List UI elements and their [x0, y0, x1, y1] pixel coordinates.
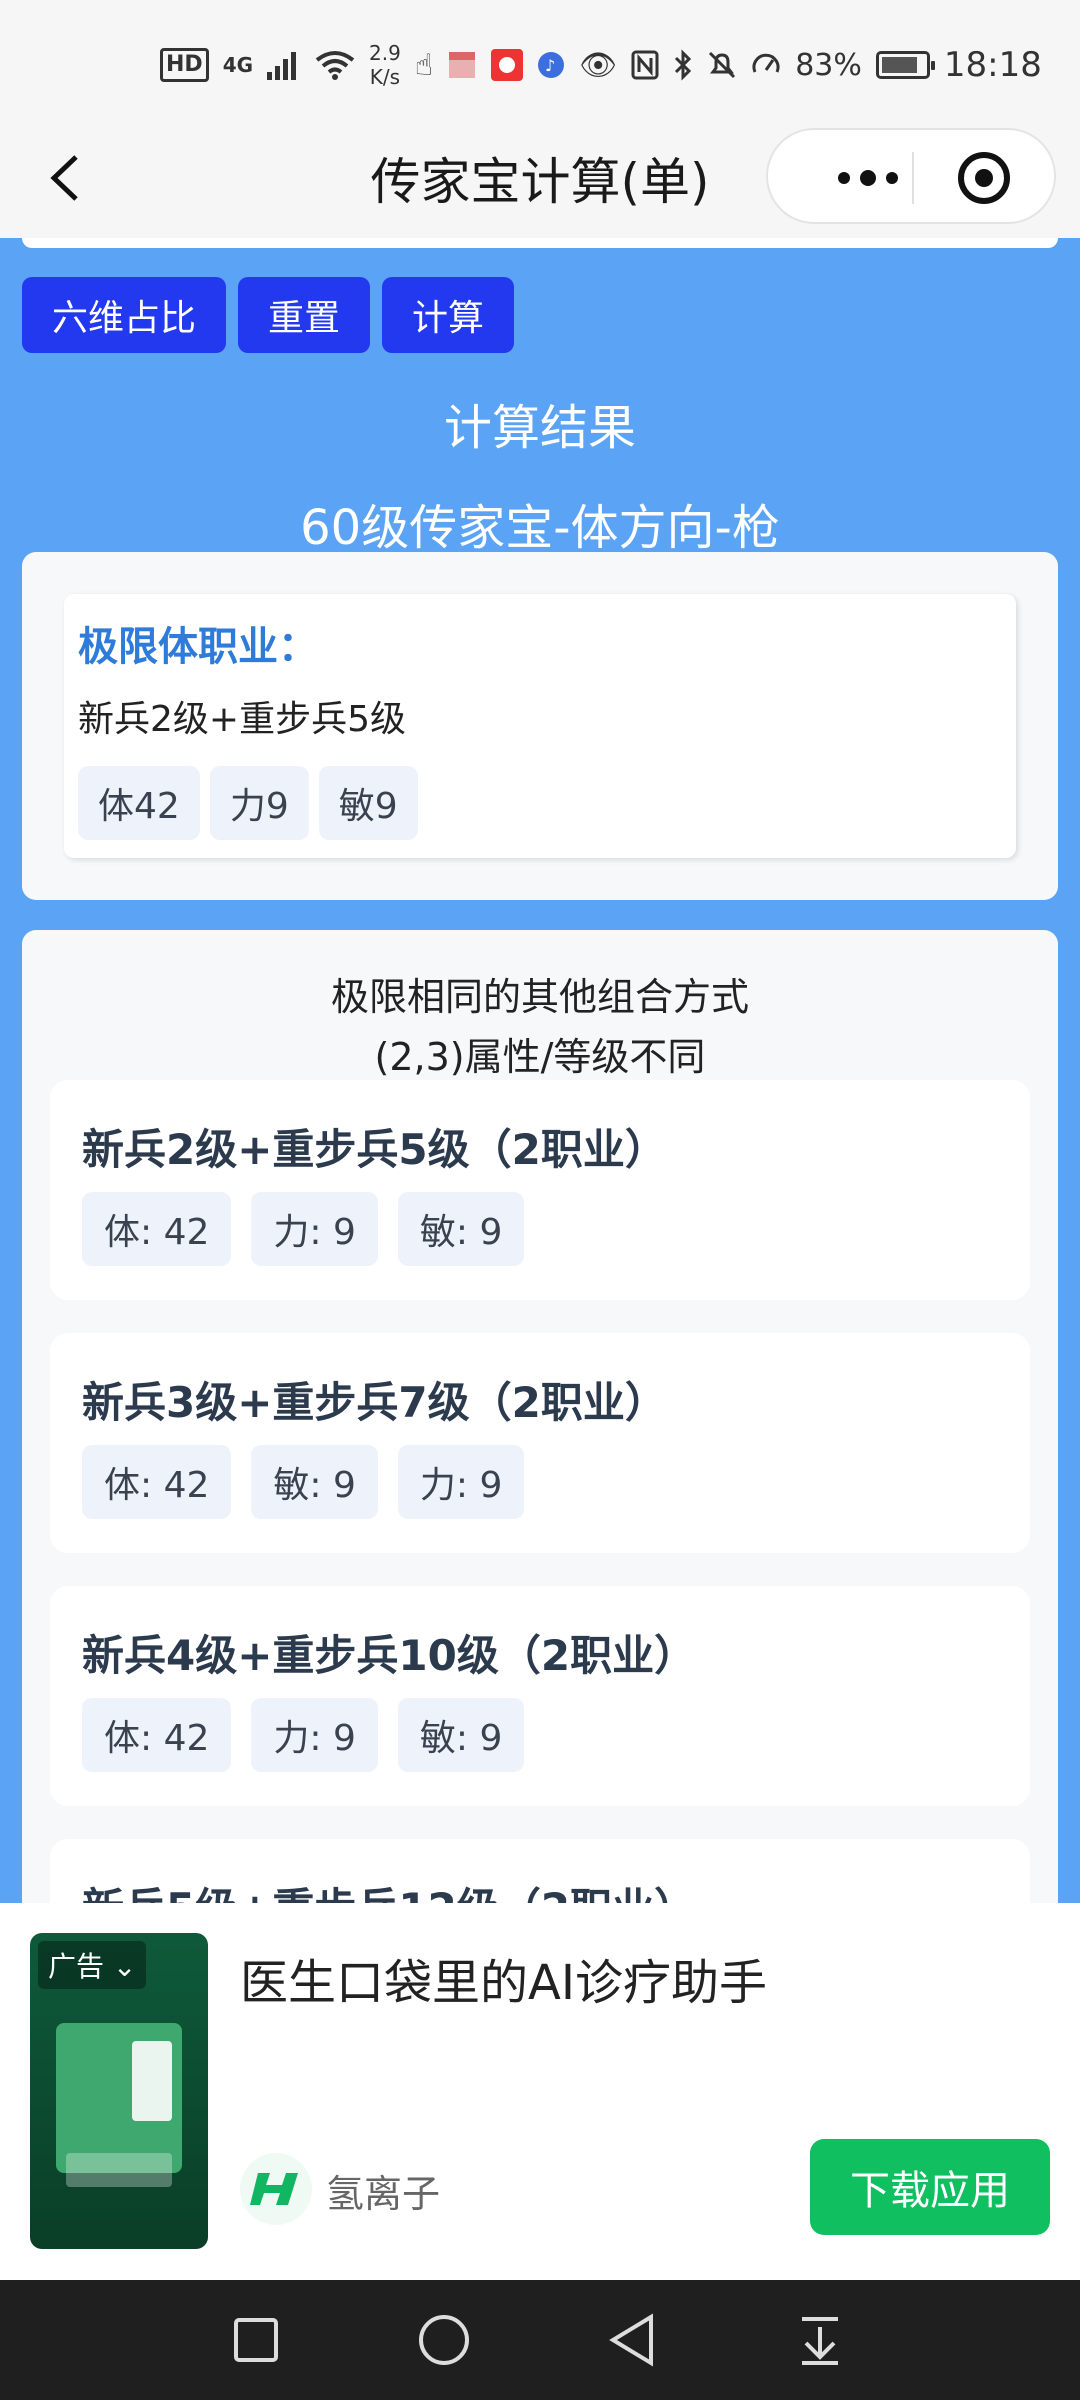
calculate-button[interactable]: 计算: [382, 277, 514, 353]
more-dot-icon: [838, 172, 850, 184]
signal-icon: [267, 50, 301, 80]
ad-thumbnail: 广告 ⌄: [30, 1933, 208, 2249]
close-mini-program-button[interactable]: [958, 152, 1010, 204]
combo-card: 新兵4级+重步兵10级（2职业） 体: 42 力: 9 敏: 9: [50, 1586, 1030, 1806]
phone-bar: [66, 2153, 172, 2187]
combo-card: 新兵2级+重步兵5级（2职业） 体: 42 力: 9 敏: 9: [50, 1080, 1030, 1300]
combo-stats: 体: 42 力: 9 敏: 9: [82, 1698, 525, 1772]
network-speed: 2.9 K/s: [369, 41, 401, 89]
stat-chip: 体: 42: [82, 1192, 232, 1266]
stat-chip: 力9: [209, 766, 309, 840]
nav-bar: 传家宝计算(单): [0, 120, 1080, 238]
ad-banner[interactable]: 广告 ⌄ 医生口袋里的AI诊疗助手 氢离子 下载应用: [0, 1903, 1080, 2280]
hd-icon: HD: [160, 48, 209, 82]
battery-percent: 83%: [795, 47, 862, 83]
more-dot-icon: [860, 170, 876, 186]
combo-name: 新兵4级+重步兵10级（2职业）: [82, 1631, 697, 1680]
stat-chip: 力: 9: [251, 1192, 378, 1266]
ad-brand: 氢离子: [326, 2172, 441, 2216]
square-icon: [234, 2318, 278, 2362]
mute-icon: [707, 50, 737, 80]
more-dot-icon: [886, 172, 898, 184]
combo-name: 新兵3级+重步兵7级（2职业）: [82, 1378, 667, 1427]
phone-mockup-image: [56, 2023, 182, 2187]
download-app-button[interactable]: 下载应用: [810, 2139, 1050, 2235]
ad-tag[interactable]: 广告 ⌄: [38, 1941, 147, 1989]
combo-stats: 体: 42 敏: 9 力: 9: [82, 1445, 525, 1519]
combo-name: 新兵2级+重步兵5级（2职业）: [82, 1125, 667, 1174]
result-title: 计算结果: [443, 400, 636, 456]
phone-screen: [132, 2041, 172, 2121]
stat-chip: 体: 42: [82, 1445, 232, 1519]
other-combos-panel: 极限相同的其他组合方式 (2,3)属性/等级不同 新兵2级+重步兵5级（2职业）…: [22, 930, 1058, 1930]
stat-chip: 力: 9: [397, 1445, 525, 1519]
limit-panel: 极限体职业： 新兵2级+重步兵5级 体42 力9 敏9: [22, 552, 1058, 900]
brand-logo-icon: [240, 2153, 312, 2225]
stat-chip: 敏: 9: [251, 1445, 378, 1519]
system-nav-bar: [0, 2280, 1080, 2400]
notification-shade-button[interactable]: [790, 2310, 850, 2370]
nfc-icon: [631, 50, 659, 80]
mini-program-capsule: [766, 128, 1056, 224]
triangle-back-icon: [609, 2313, 653, 2367]
combo-card: 新兵3级+重步兵7级（2职业） 体: 42 敏: 9 力: 9: [50, 1333, 1030, 1553]
ratio-button[interactable]: 六维占比: [22, 277, 226, 353]
speedometer-icon: [751, 50, 781, 80]
reset-button[interactable]: 重置: [238, 277, 370, 353]
circle-icon: [419, 2315, 469, 2365]
chevron-down-icon: ⌄: [112, 1950, 137, 1983]
capsule-divider: [912, 152, 914, 204]
hand-icon: ☝: [414, 47, 434, 83]
action-buttons: 六维占比 重置 计算: [22, 277, 514, 353]
svg-text:♪: ♪: [545, 56, 555, 75]
more-menu-button[interactable]: [808, 130, 928, 226]
result-subtitle: 60级传家宝-体方向-枪: [300, 500, 780, 556]
music-app-icon: ♪: [537, 51, 565, 79]
limit-heading: 极限体职业：: [78, 624, 318, 670]
network-type: 4G: [222, 53, 254, 77]
back-nav-button[interactable]: [602, 2310, 662, 2370]
limit-combo: 新兵2级+重步兵5级: [78, 699, 406, 740]
eye-icon: 👁: [579, 47, 618, 83]
box-app-icon: [447, 50, 477, 80]
ad-tag-label: 广告: [48, 1950, 105, 1983]
other-combos-subheading: (2,3)属性/等级不同: [374, 1035, 706, 1079]
speed-value: 2.9: [369, 41, 401, 65]
status-bar: HD 4G 2.9 K/s ☝ ♪ 👁 83% 18:18: [0, 0, 1080, 130]
bluetooth-icon: [673, 49, 693, 81]
clock: 18:18: [943, 45, 1042, 85]
limit-card: 极限体职业： 新兵2级+重步兵5级 体42 力9 敏9: [64, 594, 1016, 858]
pull-down-icon: [802, 2317, 838, 2365]
stat-chip: 力: 9: [251, 1698, 378, 1772]
combo-stats: 体: 42 力: 9 敏: 9: [82, 1192, 525, 1266]
stat-chip: 敏: 9: [397, 1192, 525, 1266]
previous-card-edge: [22, 238, 1058, 248]
limit-stats: 体42 力9 敏9: [78, 766, 418, 840]
stat-chip: 体: 42: [82, 1698, 232, 1772]
other-combos-heading: 极限相同的其他组合方式: [330, 975, 749, 1019]
news-app-icon: [491, 49, 524, 81]
recent-apps-button[interactable]: [226, 2310, 286, 2370]
ad-title: 医生口袋里的AI诊疗助手: [240, 1955, 767, 2011]
speed-unit: K/s: [369, 65, 401, 89]
stat-chip: 体42: [78, 766, 200, 840]
stat-chip: 敏9: [318, 766, 418, 840]
battery-icon: [875, 51, 935, 79]
wifi-icon: [315, 50, 355, 80]
home-button[interactable]: [414, 2310, 474, 2370]
status-icons: HD 4G 2.9 K/s ☝ ♪ 👁 83% 18:18: [160, 40, 1042, 90]
stat-chip: 敏: 9: [397, 1698, 525, 1772]
